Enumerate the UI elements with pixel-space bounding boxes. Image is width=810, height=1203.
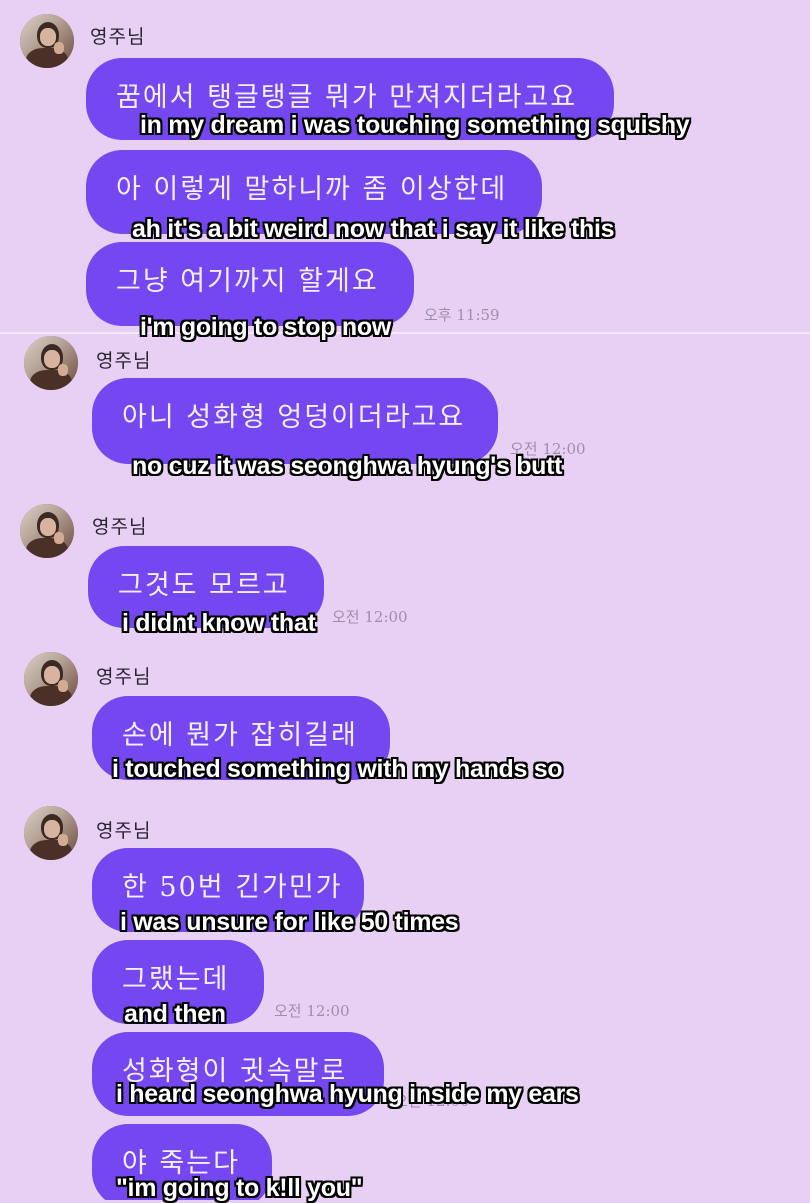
chat-panel-5: 영주님 한 50번 긴가민가 그랬는데 오전 12:00 성화형이 귓속말로 오… [0,798,810,1200]
sender-name: 영주님 [92,516,148,538]
sender-name: 영주님 [96,666,152,688]
chat-panel-1: 영주님 꿈에서 탱글탱글 뭐가 만져지더라고요 아 이렇게 말하니까 좀 이상한… [0,0,810,332]
subtitle-caption: in my dream i was touching something squ… [140,111,690,139]
subtitle-caption: ah it's a bit weird now that i say it li… [132,215,615,243]
message-timestamp: 오전 12:00 [332,608,408,626]
subtitle-caption: i was unsure for like 50 times [120,908,459,936]
message-timestamp: 오전 12:00 [274,1002,350,1020]
sender-name: 영주님 [96,820,152,842]
subtitle-caption: i didnt know that [122,609,316,637]
subtitle-caption: i'm going to stop now [140,313,391,341]
avatar[interactable] [24,806,78,860]
message-timestamp: 오후 11:59 [424,306,500,324]
sender-name: 영주님 [90,26,146,48]
subtitle-caption: and then [124,1000,226,1028]
sender-name: 영주님 [96,350,152,372]
subtitle-caption: i heard seonghwa hyung inside my ears [116,1080,579,1108]
subtitle-caption: no cuz it was seonghwa hyung's butt [132,452,563,480]
subtitle-caption: i touched something with my hands so [112,755,563,783]
avatar[interactable] [20,504,74,558]
avatar[interactable] [20,14,74,68]
avatar[interactable] [24,336,78,390]
avatar[interactable] [24,652,78,706]
subtitle-caption: "im going to k!ll you" [116,1174,363,1202]
